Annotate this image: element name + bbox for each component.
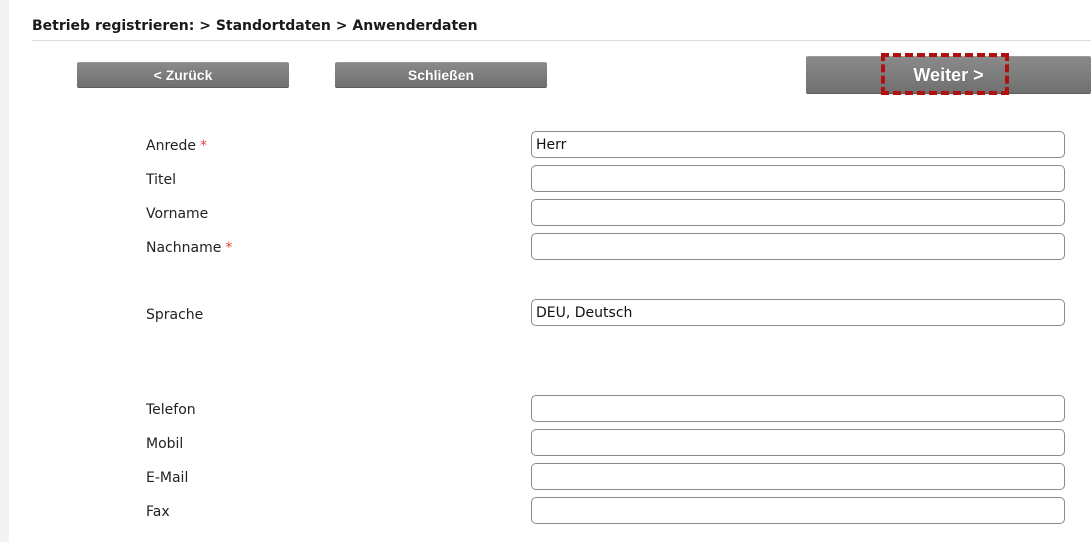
nachname-required-mark: * [225,240,233,256]
nachname-label: Nachname * [146,240,232,256]
close-button[interactable]: Schließen [335,62,547,88]
telefon-field[interactable] [531,395,1065,422]
vorname-label: Vorname [146,206,209,222]
email-label: E-Mail [146,470,189,486]
titel-field[interactable] [531,165,1065,192]
registration-page: Betrieb registrieren: > Standortdaten > … [0,0,1091,542]
email-field[interactable] [531,463,1065,490]
anrede-required-mark: * [200,138,208,154]
nachname-label-text: Nachname [146,240,222,256]
breadcrumb: Betrieb registrieren: > Standortdaten > … [32,18,478,34]
anrede-label: Anrede * [146,138,207,154]
fax-label: Fax [146,504,170,520]
anrede-label-text: Anrede [146,138,197,154]
vorname-field[interactable] [531,199,1065,226]
titel-label: Titel [146,172,177,188]
telefon-label: Telefon [146,402,196,418]
next-button[interactable]: Weiter > [806,56,1091,94]
nachname-field[interactable] [531,233,1065,260]
anrede-field[interactable] [531,131,1065,158]
fax-field[interactable] [531,497,1065,524]
mobil-field[interactable] [531,429,1065,456]
sprache-label: Sprache [146,307,204,323]
sprache-field[interactable] [531,299,1065,326]
back-button[interactable]: < Zurück [77,62,289,88]
left-margin-strip [0,0,9,542]
header-divider [32,40,1091,41]
mobil-label: Mobil [146,436,184,452]
